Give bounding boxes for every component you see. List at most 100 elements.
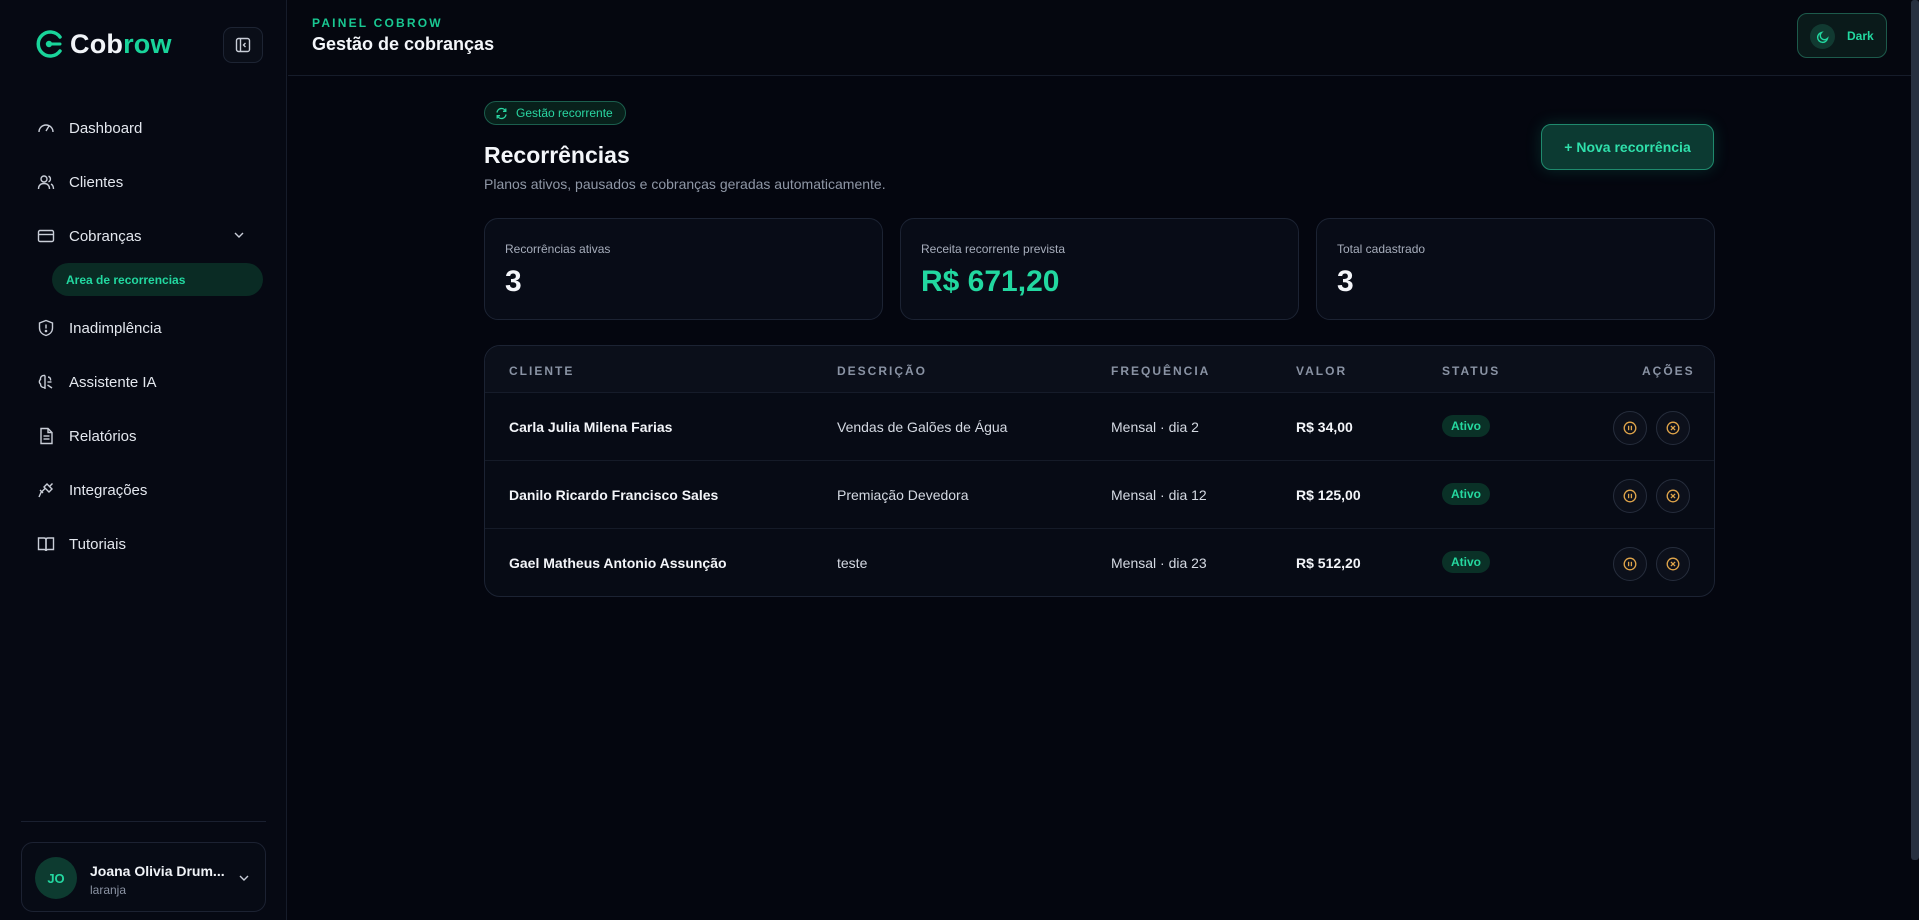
cancel-button[interactable] bbox=[1656, 411, 1690, 445]
sidebar-item-label: Clientes bbox=[69, 173, 124, 191]
section-pill: Gestão recorrente bbox=[484, 101, 626, 125]
page-subtitle: Planos ativos, pausados e cobranças gera… bbox=[484, 176, 886, 192]
stat-value: 3 bbox=[505, 265, 522, 298]
sidebar-item-tutoriais[interactable]: Tutoriais bbox=[36, 529, 266, 559]
close-circle-icon bbox=[1666, 421, 1680, 435]
cancel-button[interactable] bbox=[1656, 547, 1690, 581]
shield-alert-icon bbox=[36, 318, 56, 338]
status-badge: Ativo bbox=[1442, 415, 1490, 437]
moon-icon bbox=[1810, 24, 1835, 49]
brand-name-part2: row bbox=[123, 28, 172, 59]
repeat-icon bbox=[495, 107, 508, 120]
brain-icon bbox=[36, 372, 56, 392]
header-kicker: PAINEL COBROW bbox=[312, 16, 443, 30]
logo-icon bbox=[36, 30, 62, 58]
cell-frequency: Mensal · dia 2 bbox=[1111, 419, 1199, 435]
brand-name-part1: Cob bbox=[70, 28, 124, 59]
sidebar-item-integracoes[interactable]: Integrações bbox=[36, 475, 266, 505]
user-menu[interactable]: JO Joana Olivia Drum... laranja bbox=[21, 842, 266, 912]
page-title: Recorrências bbox=[484, 142, 630, 168]
sidebar-item-label: Dashboard bbox=[69, 119, 143, 137]
sidebar-item-assistente-ia[interactable]: Assistente IA bbox=[36, 367, 266, 397]
pause-icon bbox=[1623, 421, 1637, 435]
sidebar-item-label: Relatórios bbox=[69, 427, 137, 445]
stat-value: 3 bbox=[1337, 265, 1354, 298]
sidebar-item-inadimplencia[interactable]: Inadimplência bbox=[36, 313, 266, 343]
sidebar-item-cobrancas[interactable]: Cobranças bbox=[36, 221, 266, 251]
section-pill-label: Gestão recorrente bbox=[516, 106, 613, 120]
stat-card-total: Total cadastrado 3 bbox=[1316, 218, 1715, 320]
cell-value: R$ 125,00 bbox=[1296, 487, 1361, 503]
close-circle-icon bbox=[1666, 489, 1680, 503]
stat-card-active: Recorrências ativas 3 bbox=[484, 218, 883, 320]
sidebar-item-label: Tutoriais bbox=[69, 535, 126, 553]
stat-value: R$ 671,20 bbox=[921, 265, 1060, 298]
cell-client: Gael Matheus Antonio Assunção bbox=[509, 555, 727, 571]
pause-button[interactable] bbox=[1613, 479, 1647, 513]
avatar: JO bbox=[35, 857, 77, 899]
column-header: FREQUÊNCIA bbox=[1111, 364, 1211, 378]
column-header: STATUS bbox=[1442, 364, 1501, 378]
sidebar-item-label: Cobranças bbox=[69, 227, 142, 245]
panel-left-icon bbox=[235, 37, 251, 53]
table-row[interactable]: Carla Julia Milena Farias Vendas de Galõ… bbox=[485, 393, 1714, 461]
sidebar: Cob row Dashboard Clientes Cobranças Ina… bbox=[0, 0, 287, 920]
page-scrollbar[interactable] bbox=[1911, 0, 1919, 920]
top-header: PAINEL COBROW Gestão de cobranças Dark bbox=[288, 0, 1919, 76]
sidebar-item-relatorios[interactable]: Relatórios bbox=[36, 421, 266, 451]
scrollbar-thumb[interactable] bbox=[1911, 0, 1919, 860]
table-row[interactable]: Danilo Ricardo Francisco Sales Premiação… bbox=[485, 461, 1714, 529]
book-open-icon bbox=[36, 534, 56, 554]
table-row[interactable]: Gael Matheus Antonio Assunção teste Mens… bbox=[485, 529, 1714, 596]
pause-button[interactable] bbox=[1613, 547, 1647, 581]
recurrences-table: CLIENTE DESCRIÇÃO FREQUÊNCIA VALOR STATU… bbox=[484, 345, 1715, 597]
user-subtitle: laranja bbox=[90, 883, 127, 897]
sidebar-subitem-recorrencias[interactable]: Area de recorrencias bbox=[52, 263, 263, 296]
status-badge: Ativo bbox=[1442, 551, 1490, 573]
cell-client: Carla Julia Milena Farias bbox=[509, 419, 673, 435]
pause-icon bbox=[1623, 489, 1637, 503]
plug-icon bbox=[36, 480, 56, 500]
pause-button[interactable] bbox=[1613, 411, 1647, 445]
chevron-down-icon bbox=[239, 875, 249, 881]
sidebar-item-label: Inadimplência bbox=[69, 319, 162, 337]
file-text-icon bbox=[36, 426, 56, 446]
sidebar-item-label: Integrações bbox=[69, 481, 148, 499]
sidebar-item-dashboard[interactable]: Dashboard bbox=[36, 113, 266, 143]
column-header: VALOR bbox=[1296, 364, 1348, 378]
stat-label: Recorrências ativas bbox=[505, 242, 611, 256]
column-header: CLIENTE bbox=[509, 364, 575, 378]
brand-logo[interactable]: Cob row bbox=[34, 28, 172, 60]
cell-client: Danilo Ricardo Francisco Sales bbox=[509, 487, 719, 503]
theme-toggle-button[interactable]: Dark bbox=[1797, 13, 1887, 58]
cancel-button[interactable] bbox=[1656, 479, 1690, 513]
header-title: Gestão de cobranças bbox=[312, 34, 495, 54]
column-header: AÇÕES bbox=[1642, 364, 1695, 378]
users-icon bbox=[36, 172, 56, 192]
cell-description: Vendas de Galões de Água bbox=[837, 419, 1008, 435]
cell-value: R$ 34,00 bbox=[1296, 419, 1353, 435]
stat-label: Total cadastrado bbox=[1337, 242, 1426, 256]
table-header: CLIENTE DESCRIÇÃO FREQUÊNCIA VALOR STATU… bbox=[485, 346, 1714, 393]
stat-label: Receita recorrente prevista bbox=[921, 242, 1066, 256]
cell-description: teste bbox=[837, 555, 868, 571]
cell-frequency: Mensal · dia 23 bbox=[1111, 555, 1207, 571]
collapse-sidebar-button[interactable] bbox=[223, 27, 263, 63]
stat-card-revenue: Receita recorrente prevista R$ 671,20 bbox=[900, 218, 1299, 320]
cell-frequency: Mensal · dia 12 bbox=[1111, 487, 1207, 503]
new-recurrence-button[interactable]: + Nova recorrência bbox=[1541, 124, 1714, 170]
column-header: DESCRIÇÃO bbox=[837, 364, 928, 378]
user-name: Joana Olivia Drum... bbox=[90, 863, 225, 879]
sidebar-item-clientes[interactable]: Clientes bbox=[36, 167, 266, 197]
theme-label: Dark bbox=[1847, 29, 1874, 43]
pause-icon bbox=[1623, 557, 1637, 571]
chevron-down-icon bbox=[234, 232, 244, 238]
sidebar-divider bbox=[21, 821, 266, 822]
status-badge: Ativo bbox=[1442, 483, 1490, 505]
close-circle-icon bbox=[1666, 557, 1680, 571]
cell-value: R$ 512,20 bbox=[1296, 555, 1361, 571]
credit-card-icon bbox=[36, 226, 56, 246]
cell-description: Premiação Devedora bbox=[837, 487, 969, 503]
sidebar-item-label: Assistente IA bbox=[69, 373, 157, 391]
gauge-icon bbox=[36, 118, 56, 138]
